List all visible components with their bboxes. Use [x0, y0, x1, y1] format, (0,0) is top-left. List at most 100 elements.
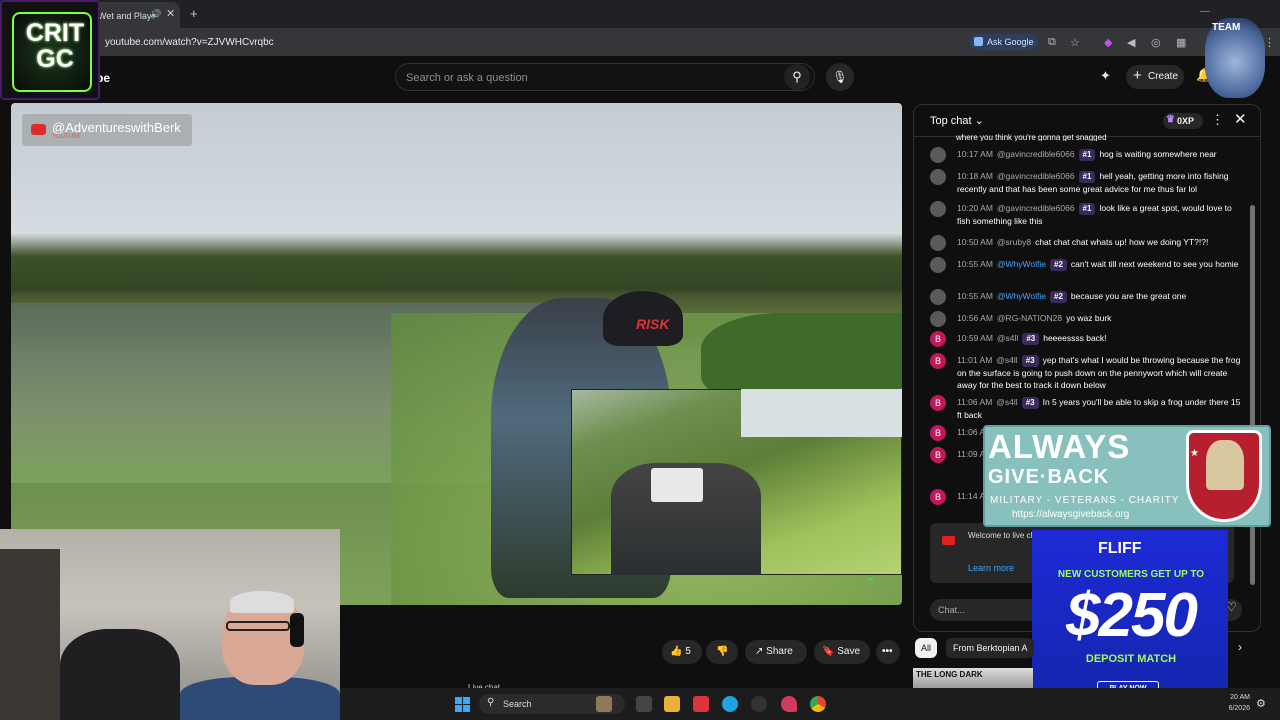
thumbs-up-icon: 👍 — [670, 646, 683, 657]
chat-scrollbar[interactable] — [1250, 205, 1255, 585]
agb-subtitle: MILITARY - VETERANS - CHARITY — [990, 495, 1180, 506]
chat-message-body: 11:06 AM @s4ll #3 In 5 years you'll be able… — [957, 396, 1243, 421]
logo-text: CRIT GC — [25, 19, 85, 73]
chat-author[interactable]: @sruby8 — [997, 237, 1031, 247]
search-icon[interactable]: ⚲ — [784, 64, 810, 90]
obs-icon[interactable] — [751, 696, 767, 712]
avatar[interactable]: B — [930, 395, 946, 411]
stars-icon: ★ — [1190, 448, 1199, 459]
chat-author[interactable]: @gavincredible6066 — [997, 203, 1075, 213]
windows-start-icon[interactable] — [455, 697, 470, 712]
chat-timestamp: 10:55 AM — [957, 291, 993, 301]
games-icon[interactable]: ✦ — [1100, 68, 1111, 84]
url-text[interactable]: youtube.com/watch?v=ZJVWHCvrqbc — [105, 37, 274, 48]
top-chat-dropdown[interactable]: Top chat ⌄ — [930, 114, 984, 127]
chat-message-body: 10:17 AM @gavincredible6066 #1 hog is waiti… — [957, 148, 1243, 161]
new-tab-plus-icon[interactable]: + — [190, 6, 198, 21]
browser-menu-icon[interactable]: ⋮ — [1264, 36, 1275, 49]
chat-timestamp: 10:56 AM — [957, 313, 993, 323]
like-button[interactable]: 👍 5 — [662, 640, 702, 664]
avatar[interactable]: B — [930, 425, 946, 441]
chat-author[interactable]: @gavincredible6066 — [997, 149, 1075, 159]
webcam-glasses — [226, 621, 290, 631]
profile-icon[interactable]: ◎ — [1151, 36, 1161, 49]
avatar[interactable] — [930, 169, 946, 185]
crit-gc-logo: CRIT GC — [0, 0, 100, 100]
extensions-puzzle-icon[interactable]: ▦ — [1176, 36, 1186, 49]
chat-author[interactable]: @gavincredible6066 — [997, 171, 1075, 181]
map-pin-icon[interactable] — [781, 696, 797, 712]
chip-from-channel[interactable]: From Berktopian A — [946, 638, 1034, 658]
close-icon[interactable]: ✕ — [166, 7, 175, 20]
channel-handle: @AdventureswithBerk — [52, 120, 181, 135]
minimize-icon[interactable]: — — [1200, 6, 1210, 17]
ask-google-button[interactable]: Ask Google — [970, 34, 1038, 50]
microphone-icon[interactable]: 🎙 — [826, 63, 854, 91]
settings-icon[interactable]: ⚙ — [1256, 697, 1266, 710]
edge-browser-icon[interactable] — [722, 696, 738, 712]
install-app-icon[interactable]: ⧉ — [1048, 36, 1056, 49]
clock-time: 20 AM — [1230, 694, 1250, 701]
fliff-deposit: DEPOSIT MATCH — [1085, 653, 1177, 665]
avatar[interactable] — [930, 289, 946, 305]
avatar[interactable]: B — [930, 447, 946, 463]
learn-more-link[interactable]: Learn more — [968, 563, 1014, 573]
avatar[interactable] — [930, 235, 946, 251]
task-view-icon[interactable] — [636, 696, 652, 712]
avatar[interactable]: B — [930, 353, 946, 369]
avatar[interactable]: B — [930, 489, 946, 505]
app-red-icon[interactable] — [693, 696, 709, 712]
team-emblem-text: TEAM — [1212, 22, 1241, 33]
suggested-thumb-text: THE LONG DARK — [916, 670, 983, 679]
chat-rank-badge: #3 — [1021, 355, 1039, 367]
chevron-right-icon[interactable]: › — [1238, 640, 1242, 654]
search-icon: ⚲ — [487, 697, 495, 708]
chat-author[interactable]: @s4ll — [996, 397, 1017, 407]
chat-message-body: 11:01 AM @s4ll #3 yep that's what I would b… — [957, 354, 1243, 391]
avatar[interactable] — [930, 201, 946, 217]
chat-author[interactable]: @WhyWolfie — [997, 259, 1046, 269]
agb-title: ALWAYS — [988, 428, 1131, 465]
speaker-icon[interactable]: 🔊 — [150, 9, 161, 20]
close-icon[interactable]: ✕ — [1234, 110, 1247, 128]
avatar[interactable] — [930, 311, 946, 327]
chat-author[interactable]: @s4ll — [996, 355, 1017, 365]
file-explorer-icon[interactable] — [664, 696, 680, 712]
tab-title: Wet and Play — [98, 11, 152, 21]
create-button[interactable]: + Create — [1126, 65, 1184, 89]
share-button[interactable]: ↗ Share — [745, 640, 807, 664]
avatar[interactable]: B — [930, 331, 946, 347]
chrome-icon[interactable] — [810, 696, 826, 712]
dislike-button[interactable]: 👎 — [706, 640, 738, 664]
mute-tab-icon[interactable]: ◀ — [1127, 36, 1135, 49]
avatar[interactable] — [930, 257, 946, 273]
bookmark-star-icon[interactable]: ☆ — [1070, 36, 1080, 49]
chip-all[interactable]: All — [915, 638, 937, 658]
chevron-down-icon: ⌄ — [974, 115, 984, 127]
chat-author[interactable]: @RG-NATION28 — [997, 313, 1062, 323]
search-input[interactable]: Search or ask a question — [395, 63, 815, 91]
agb-title-2: GIVE·BACK — [988, 466, 1110, 488]
more-actions-button[interactable]: ••• — [876, 640, 900, 664]
clock-date: 6/2026 — [1228, 705, 1250, 712]
youtube-icon — [31, 124, 46, 135]
chat-author[interactable]: @s4ll — [997, 333, 1018, 343]
chat-timestamp: 11:01 AM — [957, 355, 993, 365]
save-label: Save — [837, 646, 861, 657]
chat-text: yo waz burk — [1066, 313, 1112, 323]
avatar[interactable] — [930, 147, 946, 163]
chat-message-body: 10:55 AM @WhyWolfie #2 because you are the … — [957, 290, 1243, 303]
save-button[interactable]: 🔖 Save — [814, 640, 870, 664]
chat-timestamp: 10:50 AM — [957, 237, 993, 247]
chat-message-body: 10:56 AM @RG-NATION28 yo waz burk — [957, 312, 1243, 324]
chat-author[interactable]: @WhyWolfie — [997, 291, 1046, 301]
search-highlight-icon — [596, 696, 612, 712]
taskbar-clock[interactable]: 20 AM 6/2026 — [1228, 692, 1250, 714]
chat-more-icon[interactable]: ⋮ — [1211, 112, 1224, 128]
webcam-hair — [230, 591, 294, 613]
xp-badge[interactable]: 0XP — [1163, 113, 1203, 129]
chat-timestamp: 10:18 AM — [957, 171, 993, 181]
extension-icon[interactable]: ◆ — [1104, 36, 1112, 49]
youtube-icon — [942, 536, 955, 545]
webcam-door — [0, 549, 60, 720]
